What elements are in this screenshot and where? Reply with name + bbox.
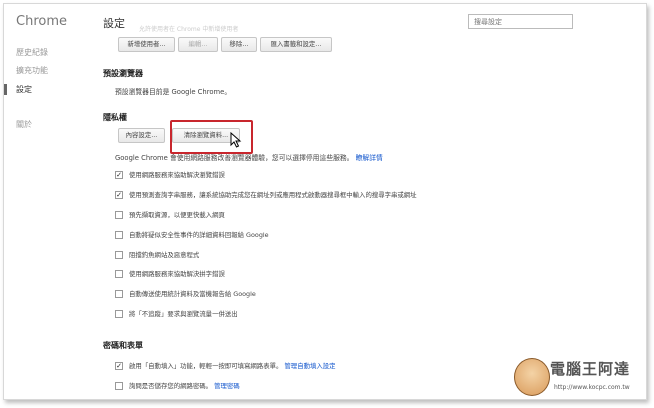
autofill-option-label: 啟用「自動填入」功能，輕輕一按即可填寫網路表單。 管理自動填入設定 <box>129 361 336 370</box>
privacy-option-label: 自動傳送使用統計資料及當機報告給 Google <box>129 290 256 298</box>
checkbox[interactable] <box>115 382 123 390</box>
page-title: 設定 <box>103 17 125 30</box>
search-input[interactable] <box>468 14 573 29</box>
save-passwords-option-label: 詢問是否儲存您的網路密碼。 管理密碼 <box>129 381 240 390</box>
checkbox[interactable] <box>115 310 123 318</box>
checkbox[interactable] <box>115 270 123 278</box>
checkbox-checked[interactable]: ✓ <box>115 362 123 370</box>
learn-more-link[interactable]: 瞭解詳情 <box>356 154 383 162</box>
manage-autofill-link[interactable]: 管理自動填入設定 <box>284 362 335 370</box>
edit-user-button[interactable]: 編輯... <box>178 37 218 52</box>
mouse-cursor-icon <box>230 132 242 148</box>
autofill-label: 啟用「自動填入」功能，輕輕一按即可填寫網路表單。 <box>129 362 283 370</box>
main-content: 設定 允許使用者在 Chrome 中新增使用者 新增使用者... 編輯... 移… <box>103 4 646 399</box>
passwords-heading: 密碼和表單 <box>103 341 143 350</box>
privacy-heading: 隱私權 <box>103 113 127 122</box>
remove-user-button[interactable]: 移除... <box>221 37 257 52</box>
privacy-option-label: 預先擷取資源，以便更快載入網頁 <box>129 211 225 219</box>
watermark-brand: 電腦王阿達 <box>550 360 631 378</box>
settings-window: Chrome 歷史紀錄 擴充功能 設定 關於 設定 允許使用者在 Chrome … <box>3 3 647 400</box>
sidebar: Chrome 歷史紀錄 擴充功能 設定 關於 <box>4 4 94 399</box>
checkbox[interactable] <box>115 290 123 298</box>
watermark-logo: 電腦王阿達 http://www.kocpc.com.tw <box>514 356 644 398</box>
sidebar-item-extensions[interactable]: 擴充功能 <box>16 65 48 76</box>
checkbox[interactable] <box>115 251 123 259</box>
privacy-option-label: 使用預測查詢字串服務，讓系統協助完成您在網址列或應用程式啟動器搜尋框中輸入的搜尋… <box>129 191 417 199</box>
privacy-option-label: 阻擋釣魚網站及惡意程式 <box>129 251 200 259</box>
manage-passwords-link[interactable]: 管理密碼 <box>214 382 240 390</box>
checkbox[interactable] <box>115 231 123 239</box>
privacy-option-label: 自動將疑似安全性事件的詳細資料回報給 Google <box>129 231 269 239</box>
sidebar-item-about[interactable]: 關於 <box>16 119 32 130</box>
checkbox-checked[interactable]: ✓ <box>115 171 123 179</box>
privacy-option-label: 使用網路服務來協助解決拼字錯誤 <box>129 270 225 278</box>
default-browser-text: 預設瀏覽器目前是 Google Chrome。 <box>115 88 232 96</box>
sidebar-item-history[interactable]: 歷史紀錄 <box>16 47 48 58</box>
watermark-url: http://www.kocpc.com.tw <box>554 384 630 391</box>
add-user-button[interactable]: 新增使用者... <box>118 37 175 52</box>
sidebar-item-settings[interactable]: 設定 <box>16 84 32 95</box>
app-title: Chrome <box>16 14 67 29</box>
privacy-option-label: 將「不追蹤」要求與瀏覽流量一併送出 <box>129 310 238 318</box>
content-settings-button[interactable]: 內容設定... <box>118 128 165 143</box>
checkbox-checked[interactable]: ✓ <box>115 191 123 199</box>
import-bookmarks-button[interactable]: 匯入書籤和設定... <box>260 37 332 52</box>
mascot-icon <box>514 358 550 396</box>
privacy-description-text: Google Chrome 會使用網路服務改善瀏覽器體驗，您可以選擇停用這些服務… <box>115 154 354 162</box>
checkbox[interactable] <box>115 211 123 219</box>
privacy-option-label: 使用網路服務來協助解決瀏覽錯誤 <box>129 171 225 179</box>
active-nav-indicator <box>4 84 7 95</box>
faded-section-text: 允許使用者在 Chrome 中新增使用者 <box>139 26 239 33</box>
save-passwords-label: 詢問是否儲存您的網路密碼。 <box>129 382 213 390</box>
default-browser-heading: 預設瀏覽器 <box>103 69 143 78</box>
